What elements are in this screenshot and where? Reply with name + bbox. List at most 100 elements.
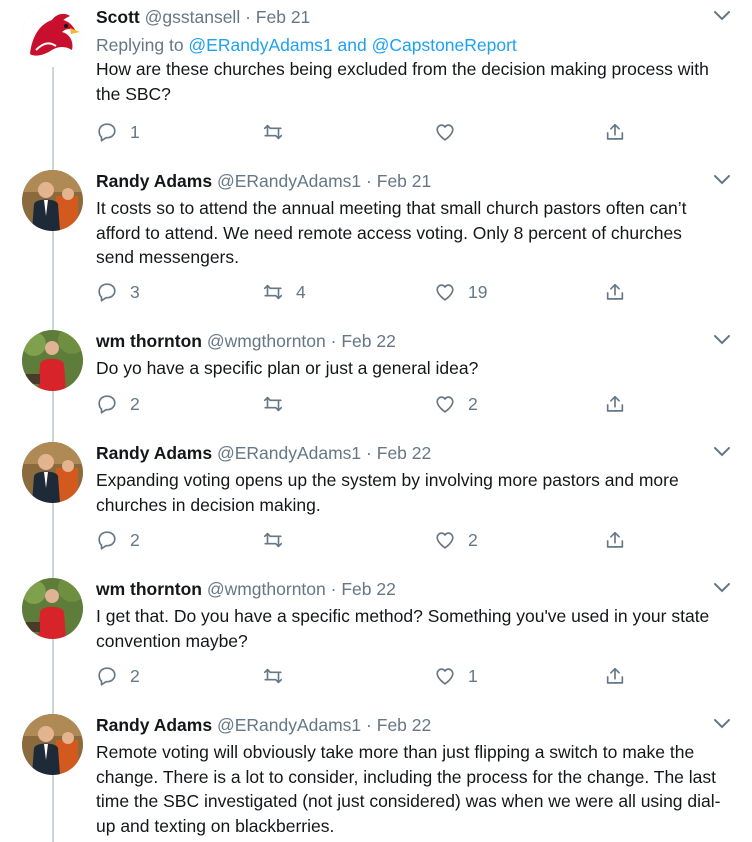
tweet-text: How are these churches being excluded fr… <box>96 59 709 104</box>
reply-button[interactable]: 3 <box>96 280 140 304</box>
reply-button[interactable]: 2 <box>96 528 140 552</box>
reply-icon <box>98 123 116 142</box>
reply-count: 2 <box>130 393 140 414</box>
retweet-button[interactable] <box>262 120 296 144</box>
author-handle[interactable]: @ERandyAdams1 <box>217 443 361 463</box>
author-name[interactable]: Randy Adams <box>96 171 212 191</box>
avatar[interactable] <box>22 714 83 775</box>
like-button[interactable]: 19 <box>434 280 487 304</box>
heart-icon <box>436 284 454 301</box>
like-count: 2 <box>468 393 478 414</box>
share-button[interactable] <box>604 120 626 144</box>
author-handle[interactable]: @ERandyAdams1 <box>217 715 361 735</box>
mention-link[interactable]: @ERandyAdams1 <box>188 35 332 55</box>
tweet-text: Expanding voting opens up the system by … <box>96 470 679 515</box>
chevron-down-icon[interactable] <box>712 8 732 24</box>
author-handle[interactable]: @gsstansell <box>145 7 241 27</box>
like-button[interactable]: 1 <box>434 664 478 688</box>
share-icon <box>606 667 624 684</box>
retweet-icon <box>263 396 283 412</box>
like-button[interactable]: 2 <box>434 392 478 416</box>
like-count: 19 <box>468 281 488 302</box>
heart-icon <box>436 396 454 413</box>
avatar[interactable] <box>22 6 83 67</box>
tweet-date[interactable]: Feb 22 <box>341 331 395 351</box>
author-name[interactable]: wm thornton <box>96 579 202 599</box>
chevron-down-icon[interactable] <box>712 444 732 460</box>
separator: · <box>330 579 337 599</box>
tweet-text: Remote voting will obviously take more t… <box>96 742 721 836</box>
reply-icon <box>98 531 116 550</box>
share-icon <box>606 283 624 300</box>
reply-count: 2 <box>130 529 140 550</box>
separator: · <box>330 331 337 351</box>
retweet-icon <box>263 532 283 548</box>
mascot-avatar-icon <box>22 6 83 67</box>
like-count: 2 <box>468 529 478 550</box>
avatar[interactable] <box>22 442 83 503</box>
author-name[interactable]: wm thornton <box>96 331 202 351</box>
reply-count: 3 <box>130 281 140 302</box>
chevron-down-icon[interactable] <box>712 716 732 732</box>
person-avatar-icon <box>22 714 83 775</box>
heart-icon <box>436 532 454 549</box>
outdoor-avatar-icon <box>22 578 83 639</box>
retweet-count: 4 <box>296 281 306 302</box>
retweet-icon <box>263 284 283 300</box>
tweet-date[interactable]: Feb 21 <box>377 171 431 191</box>
separator: · <box>366 171 372 191</box>
share-icon <box>606 123 624 140</box>
reply-icon <box>98 283 116 302</box>
replying-joiner: and <box>332 35 372 55</box>
tweet[interactable]: Randy Adams @ERandyAdams1 · Feb 22 Expan… <box>0 442 752 557</box>
avatar[interactable] <box>22 330 83 391</box>
mention-link[interactable]: @CapstoneReport <box>372 35 517 55</box>
avatar[interactable] <box>22 578 83 639</box>
share-icon <box>606 531 624 548</box>
reply-icon <box>98 667 116 686</box>
avatar[interactable] <box>22 170 83 231</box>
chevron-down-icon[interactable] <box>712 172 732 188</box>
person-avatar-icon <box>22 442 83 503</box>
retweet-button[interactable] <box>262 664 296 688</box>
author-name[interactable]: Scott <box>96 7 140 27</box>
separator: · <box>366 715 372 735</box>
share-button[interactable] <box>604 392 626 416</box>
tweet-date[interactable]: Feb 22 <box>377 443 431 463</box>
retweet-button[interactable] <box>262 392 296 416</box>
tweet[interactable]: wm thornton @wmgthornton · Feb 22 I get … <box>0 578 752 693</box>
tweet-date[interactable]: Feb 22 <box>341 579 395 599</box>
tweet-text: It costs so to attend the annual meeting… <box>96 198 687 267</box>
author-name[interactable]: Randy Adams <box>96 443 212 463</box>
chevron-down-icon[interactable] <box>712 332 732 348</box>
retweet-button[interactable] <box>262 528 296 552</box>
tweet-date[interactable]: Feb 21 <box>256 7 310 27</box>
tweet[interactable]: wm thornton @wmgthornton · Feb 22 Do yo … <box>0 330 752 420</box>
like-count: 1 <box>468 665 478 686</box>
reply-button[interactable]: 1 <box>96 120 140 144</box>
share-button[interactable] <box>604 664 626 688</box>
replying-to: Replying to @ERandyAdams1 and @CapstoneR… <box>96 33 722 57</box>
share-button[interactable] <box>604 528 626 552</box>
author-handle[interactable]: @ERandyAdams1 <box>217 171 361 191</box>
author-handle[interactable]: @wmgthornton <box>207 331 326 351</box>
author-handle[interactable]: @wmgthornton <box>207 579 326 599</box>
replying-prefix: Replying to <box>96 35 189 55</box>
chevron-down-icon[interactable] <box>712 580 732 596</box>
retweet-button[interactable]: 4 <box>262 280 306 304</box>
tweet[interactable]: Randy Adams @ERandyAdams1 · Feb 22 Remot… <box>0 714 752 842</box>
tweet-text: Do yo have a specific plan or just a gen… <box>96 358 479 378</box>
like-button[interactable] <box>434 120 468 144</box>
like-button[interactable]: 2 <box>434 528 478 552</box>
tweet[interactable]: Scott @gsstansell · Feb 21 Replying to @… <box>0 6 752 156</box>
tweet[interactable]: Randy Adams @ERandyAdams1 · Feb 21 It co… <box>0 170 752 310</box>
reply-icon <box>98 395 116 414</box>
retweet-icon <box>263 124 283 140</box>
heart-icon <box>436 124 454 141</box>
share-button[interactable] <box>604 280 626 304</box>
author-name[interactable]: Randy Adams <box>96 715 212 735</box>
reply-button[interactable]: 2 <box>96 664 140 688</box>
reply-button[interactable]: 2 <box>96 392 140 416</box>
tweet-date[interactable]: Feb 22 <box>377 715 431 735</box>
person-avatar-icon <box>22 170 83 231</box>
